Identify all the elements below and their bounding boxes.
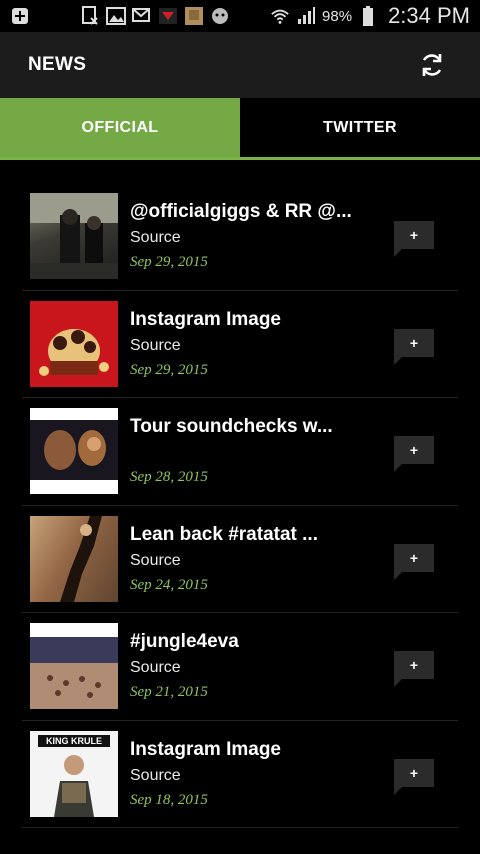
news-thumbnail xyxy=(30,515,118,602)
refresh-button[interactable] xyxy=(412,45,452,85)
refresh-icon xyxy=(422,54,442,76)
notification-icons xyxy=(10,6,230,26)
gallery-icon xyxy=(106,6,126,26)
thumbnail-caption: KING KRULE xyxy=(46,736,102,746)
add-button[interactable]: + xyxy=(394,221,434,257)
news-title: @officialgiggs & RR @... xyxy=(130,201,352,223)
news-list: @officialgiggs & RR @... Source Sep 29, … xyxy=(22,183,458,828)
add-button[interactable]: + xyxy=(394,758,434,795)
battery-percentage: 98% xyxy=(322,7,353,25)
news-date: Sep 29, 2015 xyxy=(130,361,208,378)
news-title: Tour soundchecks w... xyxy=(130,416,333,438)
document-icon xyxy=(80,6,100,26)
news-thumbnail: KING KRULE xyxy=(30,730,118,817)
signal-icon xyxy=(296,6,316,26)
add-button[interactable]: + xyxy=(394,328,434,365)
news-thumbnail xyxy=(30,408,118,495)
list-item[interactable]: KING KRULE Instagram Image Source Sep 18… xyxy=(22,721,458,828)
list-item[interactable]: Instagram Image Source Sep 29, 2015 + xyxy=(22,291,458,398)
list-item[interactable]: Tour soundchecks w... Sep 28, 2015 + xyxy=(22,398,458,506)
add-button[interactable]: + xyxy=(394,543,434,580)
news-date: Sep 21, 2015 xyxy=(130,684,208,701)
news-date: Sep 24, 2015 xyxy=(130,576,208,593)
email-icon xyxy=(132,6,152,26)
news-title: #jungle4eva xyxy=(130,631,239,653)
app-notification-icon xyxy=(184,6,204,26)
news-thumbnail xyxy=(30,193,118,280)
news-date: Sep 18, 2015 xyxy=(130,791,208,808)
news-title: Instagram Image xyxy=(130,308,281,330)
list-item[interactable]: Lean back #ratatat ... Source Sep 24, 20… xyxy=(22,506,458,613)
news-date: Sep 28, 2015 xyxy=(130,469,208,486)
status-bar: 98% 2:34 PM xyxy=(0,0,480,32)
clock: 2:34 PM xyxy=(388,3,470,28)
add-button[interactable]: + xyxy=(394,651,434,687)
wifi-icon xyxy=(270,6,290,26)
news-date: Sep 29, 2015 xyxy=(130,254,208,271)
tab-bar: OFFICIAL TWITTER xyxy=(0,98,480,160)
page-title: NEWS xyxy=(28,54,87,75)
tab-official[interactable]: OFFICIAL xyxy=(0,98,240,157)
news-thumbnail xyxy=(30,623,118,710)
tab-twitter[interactable]: TWITTER xyxy=(240,98,480,157)
android-icon xyxy=(210,6,230,26)
list-item[interactable]: #jungle4eva Source Sep 21, 2015 + xyxy=(22,613,458,721)
app-bar: NEWS xyxy=(0,32,480,98)
news-title: Instagram Image xyxy=(130,738,281,760)
app-notification-icon xyxy=(158,6,178,26)
list-item[interactable]: @officialgiggs & RR @... Source Sep 29, … xyxy=(22,183,458,291)
add-button[interactable]: + xyxy=(394,436,434,472)
battery-icon xyxy=(358,6,378,26)
news-thumbnail xyxy=(30,300,118,387)
add-notification-icon xyxy=(10,6,30,26)
news-title: Lean back #ratatat ... xyxy=(130,523,318,545)
